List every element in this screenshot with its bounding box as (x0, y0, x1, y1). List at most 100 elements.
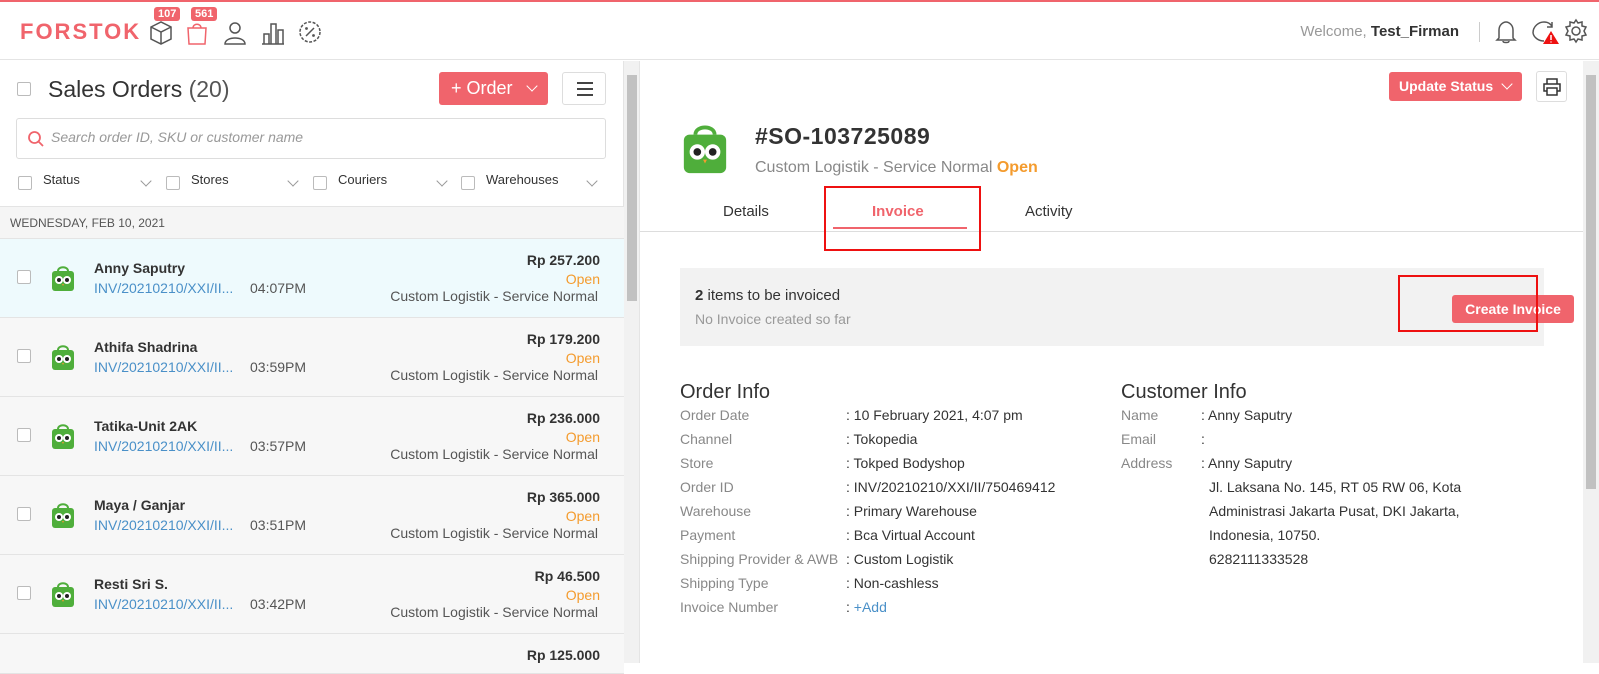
row-checkbox[interactable] (17, 270, 31, 284)
order-date-text: 10 February 2021, 4:07 pm (853, 407, 1023, 423)
order-time: 03:57PM (250, 438, 307, 454)
forstok-logo[interactable]: FORSTOK (20, 19, 141, 45)
invoice-subtext: No Invoice created so far (695, 311, 851, 327)
bell-icon[interactable] (1495, 20, 1517, 44)
reports-nav[interactable] (260, 16, 288, 46)
highlight-box (1398, 275, 1538, 332)
invoice-count: 2 (695, 287, 704, 304)
print-button[interactable] (1536, 71, 1567, 102)
order-row[interactable]: Athifa Shadrina INV/20210210/XXI/II... 0… (0, 318, 624, 397)
customer-name-text: Anny Saputry (1208, 407, 1293, 423)
stores-filter-checkbox[interactable] (166, 176, 180, 190)
order-subtitle: Custom Logistik - Service Normal Open (755, 159, 1038, 177)
add-invoice-link[interactable]: +Add (854, 599, 887, 615)
shopping-bag-icon (187, 23, 207, 45)
row-checkbox[interactable] (17, 428, 31, 442)
box-icon (150, 21, 172, 45)
row-checkbox[interactable] (17, 349, 31, 363)
order-status: Open (565, 508, 600, 524)
shipping-provider-text: Custom Logistik (853, 551, 954, 567)
order-row[interactable]: Maya / Ganjar INV/20210210/XXI/II... 03:… (0, 476, 624, 555)
promotions-nav[interactable] (298, 16, 326, 46)
shipping-method: Custom Logistik - Service Normal (390, 446, 598, 462)
chevron-down-icon[interactable] (436, 175, 448, 187)
order-number: #SO-103725089 (755, 123, 931, 149)
top-bar: FORSTOK 107 561 Welcome, Test_Firman (0, 0, 1599, 60)
chevron-down-icon[interactable] (287, 175, 299, 187)
customer-info-labels: Name Email Address (1121, 403, 1172, 475)
tab-activity[interactable]: Activity (1025, 203, 1073, 220)
warehouses-filter-checkbox[interactable] (461, 176, 475, 190)
order-price: Rp 236.000 (526, 410, 600, 426)
warehouse-value: : Primary Warehouse (846, 503, 977, 519)
invoice-link[interactable]: INV/20210210/XXI/II... (94, 280, 233, 296)
update-status-button[interactable]: Update Status (1389, 72, 1522, 101)
address-line: Jl. Laksana No. 145, RT 05 RW 06, Kota (1209, 479, 1462, 495)
orders-nav[interactable]: 561 (185, 7, 218, 46)
shipping-method: Custom Logistik - Service Normal (390, 525, 598, 541)
warehouse-text: Primary Warehouse (853, 503, 977, 519)
add-order-button[interactable]: + Order (439, 72, 548, 105)
hamburger-icon (577, 88, 593, 90)
chevron-down-icon[interactable] (140, 175, 152, 187)
detail-scrollbar[interactable] (1583, 61, 1599, 663)
channel-value: : Tokopedia (846, 431, 918, 447)
row-checkbox[interactable] (17, 507, 31, 521)
order-count: (20) (188, 76, 230, 102)
scrollbar-thumb[interactable] (1586, 75, 1596, 489)
status-filter-checkbox[interactable] (18, 176, 32, 190)
customer-email-label: Email (1121, 431, 1157, 447)
menu-button[interactable] (562, 72, 606, 105)
sync-warning-icon[interactable] (1530, 19, 1560, 45)
customer-name: Anny Saputry (94, 260, 186, 276)
shipping-provider-value: : Custom Logistik (846, 551, 954, 567)
add-order-label: + Order (451, 78, 513, 98)
invoice-link[interactable]: INV/20210210/XXI/II... (94, 438, 233, 454)
channel-label: Channel (680, 431, 733, 447)
stores-filter[interactable]: Stores (191, 172, 229, 187)
shipping-method: Custom Logistik - Service Normal (390, 367, 598, 383)
shipping-method: Custom Logistik - Service Normal (390, 604, 598, 620)
order-row[interactable]: Tatika-Unit 2AK INV/20210210/XXI/II... 0… (0, 397, 624, 476)
store-label: Store (680, 455, 714, 471)
address-line: Administrasi Jakarta Pusat, DKI Jakarta, (1209, 503, 1460, 519)
scrollbar-thumb[interactable] (627, 75, 637, 301)
customer-name: Maya / Ganjar (94, 497, 186, 513)
order-price: Rp 46.500 (534, 568, 600, 584)
divider (1479, 22, 1480, 42)
invoice-link[interactable]: INV/20210210/XXI/II... (94, 596, 233, 612)
customer-address-value: : Anny Saputry (1201, 455, 1293, 471)
orders-list-panel: Sales Orders (20) + Order Status Stores … (0, 61, 624, 674)
order-row[interactable]: Anny Saputry INV/20210210/XXI/II... 04:0… (0, 239, 624, 318)
warehouses-filter[interactable]: Warehouses (486, 172, 559, 187)
order-info-values: : 10 February 2021, 4:07 pm : Tokopedia … (846, 403, 1055, 619)
invoice-link[interactable]: INV/20210210/XXI/II... (94, 359, 233, 375)
bar-chart-icon (262, 23, 284, 45)
tab-details[interactable]: Details (723, 203, 769, 220)
chevron-down-icon[interactable] (586, 175, 598, 187)
order-row[interactable]: Rp 125.000 (0, 634, 624, 674)
search-input[interactable] (51, 129, 591, 145)
order-row[interactable]: Resti Sri S. INV/20210210/XXI/II... 03:4… (0, 555, 624, 634)
customers-nav[interactable] (223, 16, 251, 46)
search-icon (28, 131, 44, 147)
couriers-filter[interactable]: Couriers (338, 172, 387, 187)
highlight-box (824, 186, 981, 251)
products-nav[interactable]: 107 (148, 7, 181, 46)
list-scrollbar[interactable] (624, 61, 640, 663)
payment-value: : Bca Virtual Account (846, 527, 975, 543)
couriers-filter-checkbox[interactable] (313, 176, 327, 190)
gear-icon[interactable] (1563, 18, 1589, 44)
discount-icon (299, 21, 321, 43)
username[interactable]: Test_Firman (1371, 23, 1459, 40)
order-status: Open (565, 271, 600, 287)
select-all-checkbox[interactable] (17, 82, 31, 96)
invoice-link[interactable]: INV/20210210/XXI/II... (94, 517, 233, 533)
status-filter[interactable]: Status (43, 172, 80, 187)
hamburger-icon (577, 82, 593, 84)
search-box (16, 118, 606, 159)
row-checkbox[interactable] (17, 586, 31, 600)
order-time: 03:51PM (250, 517, 307, 533)
customer-name: Athifa Shadrina (94, 339, 198, 355)
store-text: Tokped Bodyshop (853, 455, 965, 471)
